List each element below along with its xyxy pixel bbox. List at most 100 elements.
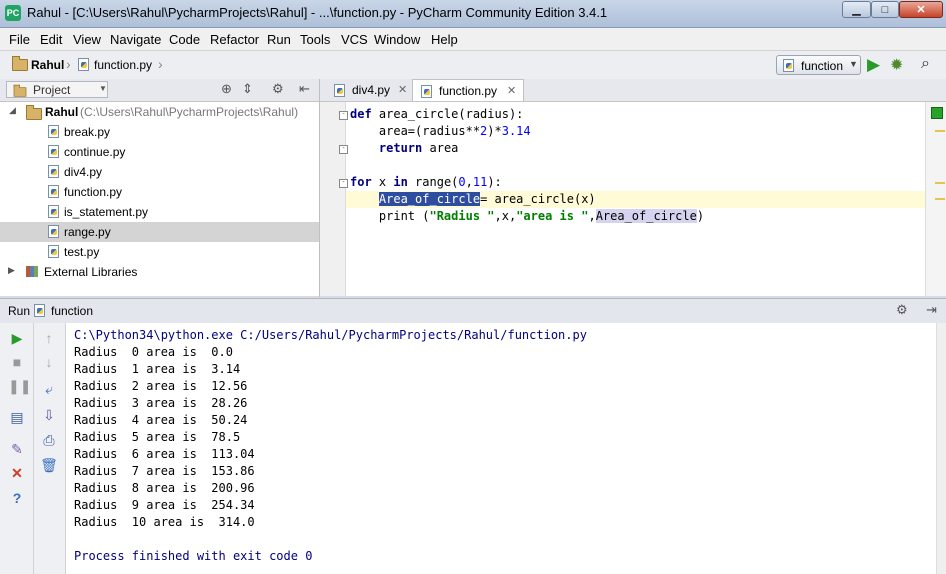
tab-div4[interactable]: div4.py ✕ [326, 79, 410, 101]
tree-item-file[interactable]: is_statement.py [0, 202, 319, 222]
run-configuration-dropdown[interactable]: function ▼ [776, 55, 861, 75]
rerun-icon[interactable]: ▶ [8, 329, 26, 347]
tree-item-root[interactable]: ◢ Rahul (C:\Users\Rahul\PycharmProjects\… [0, 102, 319, 122]
tree-item-label: continue.py [64, 145, 126, 159]
arrow-up-icon[interactable]: ↑ [40, 329, 58, 347]
chevron-down-icon: ▼ [849, 59, 858, 69]
tree-item-label: break.py [64, 125, 111, 139]
inspection-ok-icon[interactable] [931, 107, 943, 119]
tree-item-file[interactable]: div4.py [0, 162, 319, 182]
window-title: Rahul - [C:\Users\Rahul\PycharmProjects\… [27, 5, 608, 20]
warning-marker[interactable] [935, 182, 945, 184]
run-toolbar: ▶ ■ ❚❚ ▤ ✎ ✕ ? [0, 323, 34, 574]
warning-marker[interactable] [935, 130, 945, 132]
gear-icon[interactable]: ⚙ [896, 302, 908, 318]
console-output-line: Radius 5 area is 78.5 [74, 430, 241, 444]
tree-item-file-selected[interactable]: range.py [0, 222, 319, 242]
editor-tab-bar: div4.py ✕ function.py ✕ [320, 79, 946, 102]
python-file-icon [48, 205, 59, 218]
tree-item-file[interactable]: function.py [0, 182, 319, 202]
menu-view[interactable]: View [73, 32, 101, 47]
run-icon[interactable]: ▶ [867, 55, 880, 75]
close-icon[interactable]: ✕ [507, 84, 516, 97]
trash-icon[interactable]: 🗑 [40, 456, 58, 474]
debug-icon[interactable]: ✹ [890, 55, 903, 75]
warning-marker[interactable] [935, 198, 945, 200]
run-console-output[interactable]: C:\Python34\python.exe C:/Users/Rahul/Py… [66, 323, 936, 574]
menu-refactor[interactable]: Refactor [210, 32, 259, 47]
menu-window[interactable]: Window [374, 32, 420, 47]
console-output-line: Radius 2 area is 12.56 [74, 379, 248, 393]
help-icon[interactable]: ? [8, 489, 26, 507]
folder-icon [26, 105, 42, 120]
hide-panel-icon[interactable]: ⇤ [299, 81, 310, 97]
code-line-current: Area_of_circle= area_circle(x) [378, 192, 596, 206]
tree-root-path: (C:\Users\Rahul\PycharmProjects\Rahul) [80, 105, 299, 119]
close-icon[interactable]: ✕ [398, 83, 407, 96]
editor-gutter: - - - [320, 102, 348, 296]
code-line: area=(radius**2)*3.14 [350, 124, 531, 138]
menu-run[interactable]: Run [267, 32, 291, 47]
chevron-right-icon: ▶ [8, 265, 15, 275]
pause-icon[interactable]: ❚❚ [8, 377, 31, 395]
breadcrumb-file[interactable]: function.py [94, 58, 152, 72]
pin-tab-icon[interactable]: ✎ [8, 440, 26, 458]
fold-icon[interactable]: - [339, 145, 348, 154]
run-config-name[interactable]: function [51, 304, 93, 318]
folder-icon [12, 56, 28, 71]
chevron-right-icon: › [158, 56, 163, 72]
tree-item-file[interactable]: break.py [0, 122, 319, 142]
tree-root-name: Rahul [45, 105, 79, 119]
hide-panel-icon[interactable]: ⇥ [926, 302, 937, 318]
console-output-line: Radius 6 area is 113.04 [74, 447, 255, 461]
close-icon[interactable]: ✕ [8, 464, 26, 482]
close-button[interactable]: ✕ [899, 1, 943, 18]
restore-layout-icon[interactable]: ▤ [8, 408, 26, 426]
search-icon[interactable]: ⌕ [921, 55, 930, 73]
console-command-line: C:\Python34\python.exe C:/Users/Rahul/Py… [74, 328, 587, 342]
minimize-button[interactable]: ▁ [842, 1, 871, 18]
arrow-down-icon[interactable]: ↓ [40, 353, 58, 371]
console-output-line: Radius 0 area is 0.0 [74, 345, 233, 359]
breadcrumb-project[interactable]: Rahul [31, 58, 64, 72]
tree-item-file[interactable]: continue.py [0, 142, 319, 162]
tab-function-active[interactable]: function.py ✕ [412, 79, 524, 101]
console-output-line: Radius 9 area is 254.34 [74, 498, 255, 512]
menu-edit[interactable]: Edit [40, 32, 62, 47]
tree-item-label: range.py [64, 225, 111, 239]
code-line: return area [378, 141, 459, 155]
run-panel-title: Run [8, 304, 31, 318]
python-file-icon [34, 304, 45, 317]
collapse-all-icon[interactable]: ⇕ [242, 81, 253, 97]
console-output-line: Radius 10 area is 314.0 [74, 515, 255, 529]
project-view-dropdown[interactable]: Project ▼ [6, 81, 108, 98]
menu-tools[interactable]: Tools [300, 32, 330, 47]
tab-label: function.py [439, 84, 498, 98]
code-editor[interactable]: - - - def area_circle(radius): area=(rad… [320, 102, 946, 296]
scroll-from-source-icon[interactable]: ⊕ [221, 81, 232, 97]
menu-code[interactable]: Code [169, 32, 200, 47]
menu-vcs[interactable]: VCS [341, 32, 368, 47]
scroll-to-end-icon[interactable]: ⇩ [40, 406, 58, 424]
folder-icon [13, 84, 27, 97]
tree-item-external-libraries[interactable]: ▶ External Libraries [0, 262, 319, 282]
soft-wrap-icon[interactable]: ⤶ [40, 380, 58, 398]
stop-icon[interactable]: ■ [8, 353, 26, 371]
console-toolbar: ↑ ↓ ⤶ ⇩ ⎙ 🗑 [34, 323, 66, 574]
editor-error-stripe[interactable] [925, 102, 946, 296]
tree-item-label: test.py [64, 245, 100, 259]
tree-item-file[interactable]: test.py [0, 242, 319, 262]
print-icon[interactable]: ⎙ [40, 431, 58, 449]
console-output-line: Radius 8 area is 200.96 [74, 481, 255, 495]
menu-file[interactable]: File [9, 32, 30, 47]
python-file-icon [48, 225, 59, 238]
menu-help[interactable]: Help [431, 32, 458, 47]
menu-navigate[interactable]: Navigate [110, 32, 161, 47]
fold-icon[interactable]: - [339, 111, 348, 120]
console-scrollbar[interactable] [936, 323, 946, 574]
python-file-icon [78, 58, 89, 71]
maximize-button[interactable]: □ [871, 1, 899, 18]
python-file-icon [783, 59, 794, 72]
gear-icon[interactable]: ⚙ [272, 81, 284, 97]
fold-icon[interactable]: - [339, 179, 348, 188]
